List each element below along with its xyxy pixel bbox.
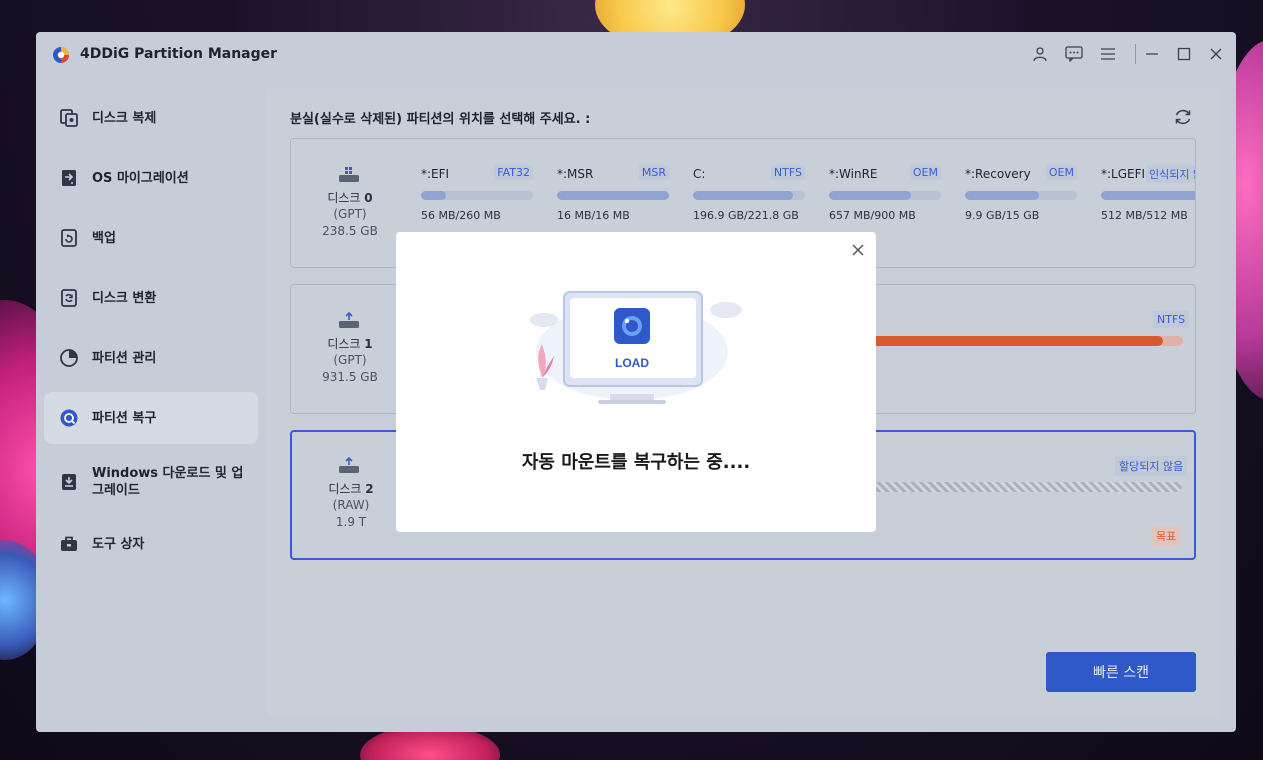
windows-download-icon [58,471,80,493]
maximize-icon[interactable] [1174,44,1194,64]
title-bar: 4DDiG Partition Manager [36,32,1236,76]
app-logo-icon [53,47,69,63]
sidebar-item-disk-convert[interactable]: 디스크 변환 [44,272,258,324]
partition-item[interactable]: *:Recovery OEM 9.9 GB/15 GB [965,165,1077,225]
fs-badge: NTFS [1153,311,1190,328]
load-label: LOAD [615,356,649,370]
partition-recovery-icon [58,407,80,429]
fs-badge: OEM [909,165,941,180]
sidebar-item-windows-download[interactable]: Windows 다운로드 및 업그레이드 [44,452,258,512]
fs-badge: FAT32 [494,165,533,180]
partition-item[interactable]: *:WinRE OEM 657 MB/900 MB [829,165,941,225]
fs-badge: MSR [638,165,669,180]
partition-item[interactable]: C: NTFS 196.9 GB/221.8 GB [693,165,805,225]
titlebar-divider [1135,44,1136,64]
sidebar-item-partition-recovery[interactable]: 파티션 복구 [44,392,258,444]
os-migration-icon [58,167,80,189]
fs-badge: 인식되지 않 [1146,165,1195,183]
sidebar-item-disk-clone[interactable]: 디스크 복제 [44,92,258,144]
disk-name: 디스크 1 [327,337,373,351]
disk-size: 931.5 GB [322,370,378,384]
loading-monitor-illustration: LOAD [528,282,744,414]
sidebar-item-toolbox[interactable]: 도구 상자 [44,518,258,570]
menu-icon[interactable] [1098,44,1118,64]
disk-name: 디스크 2 [328,482,374,496]
page-title: 분실(실수로 삭제된) 파티션의 위치를 선택해 주세요. : [290,112,591,127]
disk-convert-icon [58,287,80,309]
unallocated-bar [852,482,1182,492]
disk-info: 디스크 1 (GPT) 931.5 GB [291,285,409,413]
usage-bar [965,191,1077,200]
disk-type: (GPT) [333,353,367,367]
partition-item[interactable]: *:MSR MSR 16 MB/16 MB [557,165,669,225]
partition-manage-icon [58,347,80,369]
partition-item[interactable]: *:EFI FAT32 56 MB/260 MB [421,165,533,225]
sidebar-item-backup[interactable]: 백업 [44,212,258,264]
sidebar-item-os-migration[interactable]: OS 마이그레이션 [44,152,258,204]
usage-bar [557,191,669,200]
partition-item[interactable]: *:LGEFI 인식되지 않 512 MB/512 MB [1101,165,1195,225]
unallocated-badge: 할당되지 않음 [1115,456,1188,476]
disk-name: 디스크 0 [327,191,373,205]
progress-message: 자동 마운트를 복구하는 중.... [521,452,751,473]
disk-clone-icon [58,107,80,129]
backup-icon [58,227,80,249]
disk-type: (GPT) [333,207,367,221]
app-title: 4DDiG Partition Manager [80,46,278,62]
disk-info: 디스크 2 (RAW) 1.9 T [292,432,410,558]
usb-drive-icon [339,311,359,328]
recovery-progress-dialog: LOAD 자동 마운트를 복구하는 중.... [396,232,876,532]
usage-bar [829,191,941,200]
account-icon[interactable] [1030,44,1050,64]
fs-badge: OEM [1045,165,1077,180]
usage-bar [851,336,1183,346]
usb-drive-icon [339,456,359,473]
quick-scan-button[interactable]: 빠른 스캔 [1046,652,1196,692]
target-badge: 목표 [1152,526,1181,546]
disk-drive-icon [339,167,359,182]
feedback-icon[interactable] [1064,44,1084,64]
usage-bar [693,191,805,200]
refresh-icon[interactable] [1172,106,1194,128]
usage-bar [421,191,533,200]
toolbox-icon [58,533,80,555]
disk-type: (RAW) [332,498,370,512]
disk-size: 238.5 GB [322,224,378,238]
disk-info: 디스크 0 (GPT) 238.5 GB [291,139,409,267]
sidebar-item-partition-manage[interactable]: 파티션 관리 [44,332,258,384]
fs-badge: NTFS [770,165,805,180]
usage-bar [1101,191,1195,200]
dialog-close-icon[interactable] [848,240,868,260]
close-icon[interactable] [1206,44,1226,64]
disk-size: 1.9 T [335,515,367,529]
minimize-icon[interactable] [1142,44,1162,64]
